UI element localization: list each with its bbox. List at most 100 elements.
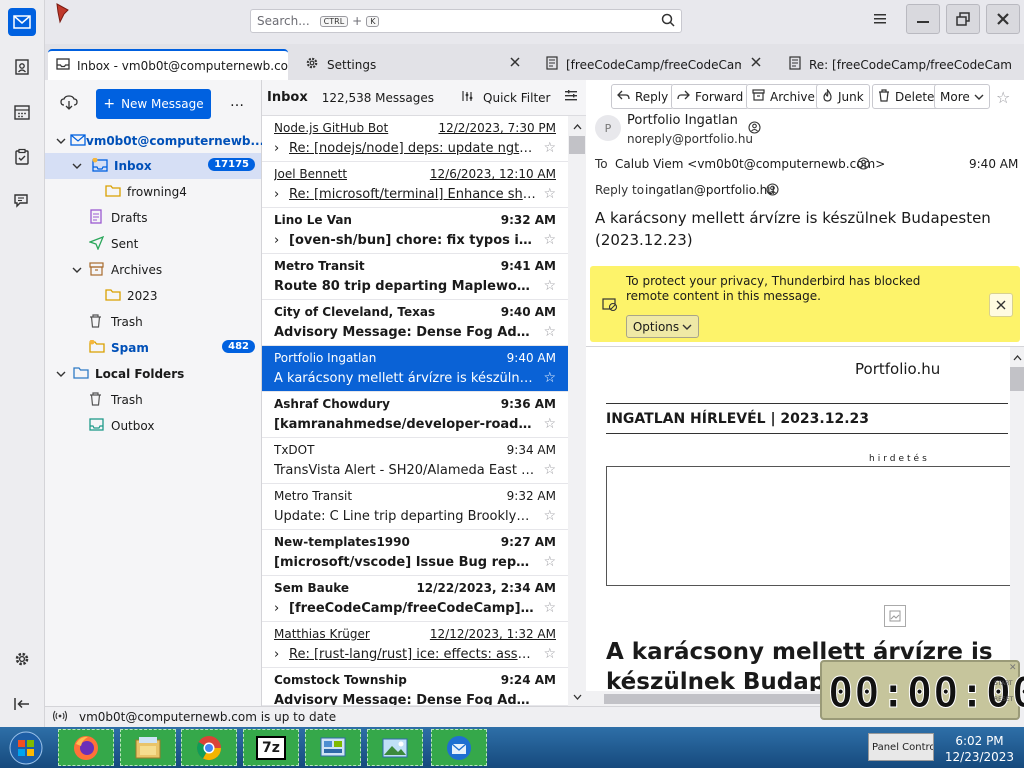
taskbar-explorer[interactable] (120, 729, 176, 766)
scrollbar-thumb[interactable] (1010, 367, 1024, 391)
message-row-selected[interactable]: Portfolio Ingatlan 9:40 AM A karácsony m… (262, 346, 568, 392)
system-clock[interactable]: 6:02 PM 12/23/2023 (935, 730, 1024, 768)
app-menu-icon[interactable] (872, 12, 892, 30)
quick-filter-button[interactable]: Quick Filter (462, 90, 550, 105)
tab-freecodecamp[interactable]: [freeCodeCamp/freeCodeCamp] f (538, 49, 768, 80)
message-row[interactable]: Ashraf Chowdury 9:36 AM [kamranahmedse/d… (262, 392, 568, 438)
message-row[interactable]: New-templates1990 9:27 AM [microsoft/vsc… (262, 530, 568, 576)
message-row[interactable]: Metro Transit 9:32 AM Update: C Line tri… (262, 484, 568, 530)
reply-to-address[interactable]: ingatlan@portfolio.hu (645, 183, 775, 197)
star-icon[interactable]: ☆ (543, 370, 556, 386)
panel-control-tray-item[interactable]: Panel Control (868, 733, 934, 761)
star-icon[interactable]: ☆ (543, 646, 556, 662)
folder-frowning4[interactable]: frowning4 (45, 179, 261, 205)
reply-button[interactable]: Reply (611, 84, 675, 109)
settings-gear-icon[interactable] (8, 645, 36, 673)
contact-icon[interactable] (766, 183, 779, 199)
mail-space-icon[interactable] (8, 8, 36, 36)
message-row[interactable]: Matthias Krüger 12/12/2023, 1:32 AM › Re… (262, 622, 568, 668)
address-book-icon[interactable] (8, 53, 36, 81)
tab-settings[interactable]: Settings (297, 49, 527, 80)
new-message-button[interactable]: + New Message (96, 89, 211, 119)
star-icon[interactable]: ☆ (543, 416, 556, 432)
more-button[interactable]: More (934, 84, 990, 109)
folder-pane-more-button[interactable]: … (230, 94, 244, 110)
taskbar-chrome[interactable] (181, 729, 237, 766)
taskbar-firefox[interactable] (58, 729, 114, 766)
get-messages-icon[interactable] (60, 95, 78, 114)
folder-2023[interactable]: 2023 (45, 283, 261, 309)
message-row[interactable]: Lino Le Van 9:32 AM › [oven-sh/bun] chor… (262, 208, 568, 254)
folder-drafts[interactable]: Drafts (45, 205, 261, 231)
thread-expand-icon[interactable]: › (274, 141, 279, 156)
star-message-icon[interactable]: ☆ (996, 88, 1010, 107)
taskbar-photo-viewer[interactable] (367, 729, 423, 766)
tab-inbox[interactable]: Inbox - vm0b0t@computernewb.com (48, 49, 288, 80)
online-status-icon[interactable] (52, 710, 68, 725)
list-display-options-icon[interactable] (564, 90, 578, 105)
search-icon[interactable] (661, 13, 675, 30)
star-icon[interactable]: ☆ (543, 554, 556, 570)
taskbar-thunderbird[interactable] (431, 729, 487, 766)
body-scrollbar[interactable] (1010, 347, 1024, 691)
taskbar-7zip[interactable]: 7z (243, 729, 299, 766)
start-button[interactable] (6, 729, 46, 766)
options-button[interactable]: Options (626, 315, 699, 338)
message-row[interactable]: Node.js GitHub Bot 12/2/2023, 7:30 PM › … (262, 116, 568, 162)
collapse-spaces-icon[interactable] (8, 690, 36, 718)
message-row[interactable]: Metro Transit 9:41 AM Route 80 trip depa… (262, 254, 568, 300)
minimize-button[interactable] (906, 4, 940, 34)
calendar-icon[interactable] (8, 98, 36, 126)
message-row[interactable]: City of Cleveland, Texas 9:40 AM Advisor… (262, 300, 568, 346)
folder-outbox[interactable]: Outbox (45, 413, 261, 439)
star-icon[interactable]: ☆ (543, 324, 556, 340)
stopwatch-widget[interactable]: 00:00:00 START RESET ✕ (820, 660, 1024, 720)
taskbar-control-panel[interactable] (305, 729, 361, 766)
stopwatch-close-icon[interactable]: ✕ (1009, 663, 1017, 673)
tab-freecodecamp-reply[interactable]: Re: [freeCodeCamp/freeCodeCam (781, 49, 1024, 80)
scroll-up-icon[interactable] (573, 119, 582, 133)
star-icon[interactable]: ☆ (543, 278, 556, 294)
folder-local-trash[interactable]: Trash (45, 387, 261, 413)
folder-archives[interactable]: Archives (45, 257, 261, 283)
forward-button[interactable]: Forward (671, 84, 750, 109)
star-icon[interactable]: ☆ (543, 462, 556, 478)
from-name[interactable]: Portfolio Ingatlan (627, 113, 738, 128)
search-input[interactable]: Search... CTRL + K (250, 9, 682, 33)
folder-local-folders[interactable]: Local Folders (45, 361, 261, 387)
from-email[interactable]: noreply@portfolio.hu (627, 132, 753, 146)
thread-expand-icon[interactable]: › (274, 601, 279, 616)
scroll-up-icon[interactable] (1013, 350, 1022, 364)
star-icon[interactable]: ☆ (543, 508, 556, 524)
star-icon[interactable]: ☆ (543, 186, 556, 202)
contact-icon[interactable] (857, 157, 870, 173)
close-tab-icon[interactable] (509, 56, 521, 71)
close-window-button[interactable] (986, 4, 1020, 34)
star-icon[interactable]: ☆ (543, 600, 556, 616)
close-tab-icon[interactable] (750, 56, 762, 71)
message-row[interactable]: Joel Bennett 12/6/2023, 12:10 AM › Re: [… (262, 162, 568, 208)
scroll-down-icon[interactable] (573, 689, 582, 703)
folder-trash[interactable]: Trash (45, 309, 261, 335)
star-icon[interactable]: ☆ (543, 232, 556, 248)
folder-account[interactable]: vm0b0t@computernewb... (45, 128, 264, 154)
folder-spam[interactable]: Spam 482 (45, 335, 261, 361)
archive-button[interactable]: Archive (746, 84, 821, 109)
message-row[interactable]: Sem Bauke 12/22/2023, 2:34 AM › [freeCod… (262, 576, 568, 622)
chat-icon[interactable] (8, 187, 36, 215)
message-row[interactable]: TxDOT 9:34 AM TransVista Alert - SH20/Al… (262, 438, 568, 484)
thread-expand-icon[interactable]: › (274, 187, 279, 202)
delete-button[interactable]: Delete (872, 84, 941, 109)
restore-button[interactable] (946, 4, 980, 34)
message-row[interactable]: Comstock Township 9:24 AM Advisory Messa… (262, 668, 568, 706)
junk-button[interactable]: Junk (816, 84, 870, 109)
star-icon[interactable]: ☆ (543, 140, 556, 156)
tasks-icon[interactable] (8, 143, 36, 171)
folder-inbox[interactable]: Inbox 17175 (45, 153, 261, 179)
stopwatch-reset-button[interactable]: RESET (994, 696, 1013, 703)
contact-add-icon[interactable] (748, 121, 761, 137)
thread-expand-icon[interactable]: › (274, 647, 279, 662)
thread-expand-icon[interactable]: › (274, 233, 279, 248)
folder-sent[interactable]: Sent (45, 231, 261, 257)
message-list-scrollbar[interactable] (568, 116, 586, 706)
